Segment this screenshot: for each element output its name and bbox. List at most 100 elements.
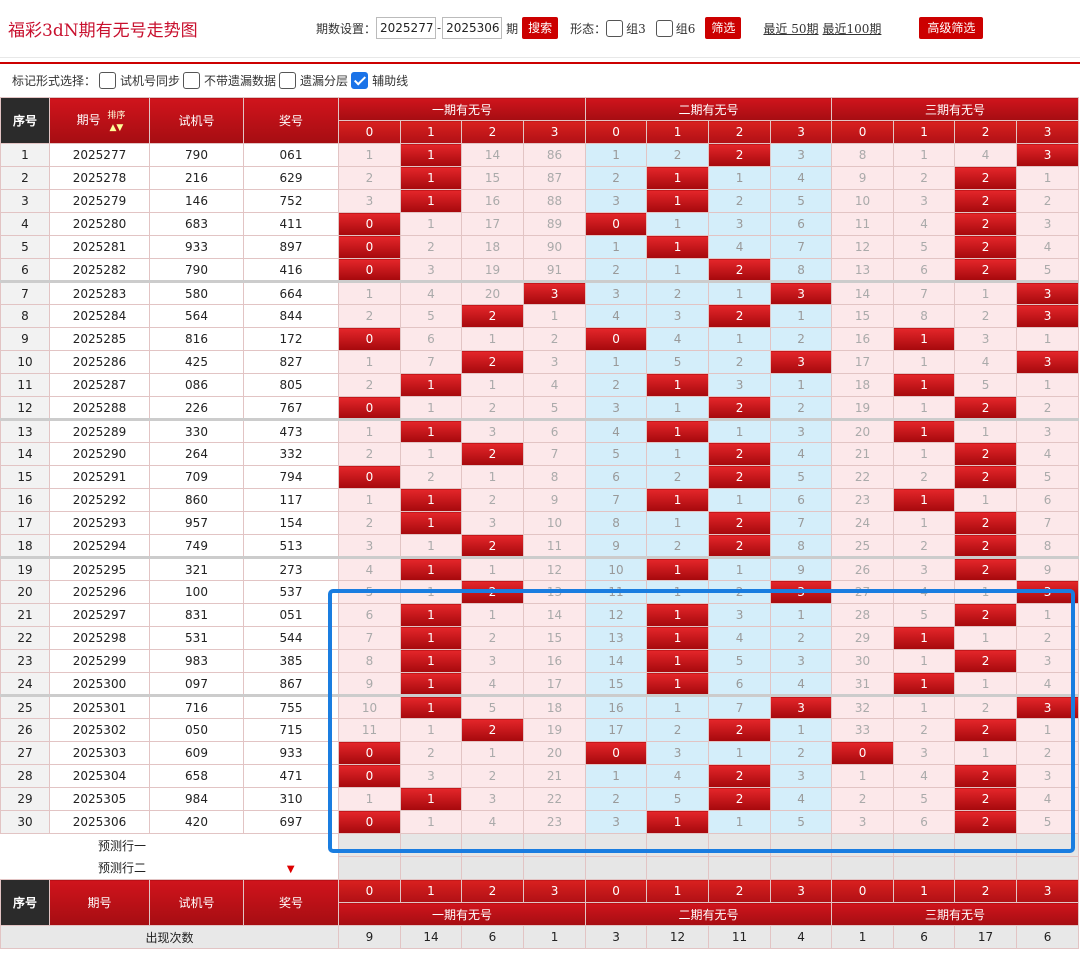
guide-line-checkbox[interactable] bbox=[351, 71, 369, 89]
table-body: 1 2025277 790 061 1 1 14 86 1 2 2 3 8 1 4 3 2 2025278 216 6… bbox=[0, 143, 1080, 834]
miss-cell: 2 bbox=[400, 465, 462, 489]
predict-cell[interactable] bbox=[831, 856, 895, 880]
miss-cell: 1 bbox=[400, 718, 462, 742]
miss-cell: 2 bbox=[893, 166, 956, 190]
predict-cell[interactable] bbox=[954, 833, 1018, 857]
miss-cell: 3 bbox=[646, 304, 710, 328]
hit-cell: 2 bbox=[708, 787, 772, 811]
predict-cell[interactable] bbox=[893, 833, 956, 857]
miss-cell: 2 bbox=[400, 741, 462, 765]
trial-sync-checkbox[interactable] bbox=[99, 71, 117, 89]
row-issue: 2025299 bbox=[49, 649, 150, 673]
miss-cell: 5 bbox=[585, 442, 648, 466]
group3-checkbox[interactable] bbox=[606, 19, 624, 37]
miss-cell: 2 bbox=[770, 626, 833, 650]
miss-cell: 3 bbox=[461, 511, 524, 535]
row-seq: 19 bbox=[0, 556, 50, 581]
predict-cell[interactable] bbox=[770, 833, 833, 857]
recent-50-link[interactable]: 最近 50期 bbox=[763, 20, 818, 37]
miss-cell: 5 bbox=[770, 810, 833, 834]
table-footer: 预测行一 预测行二 ▼ 序号 期号 试机号 奖号 0 1 2 3 0 1 2 3 0 1 2 3 一期有无号 二期有无号… bbox=[0, 833, 1080, 949]
footer-issue-header: 期号 bbox=[49, 879, 150, 926]
hit-cell: 2 bbox=[954, 396, 1018, 420]
miss-cell: 2 bbox=[708, 189, 772, 213]
miss-cell: 4 bbox=[770, 787, 833, 811]
predict-cell[interactable] bbox=[831, 833, 895, 857]
miss-cell: 7 bbox=[708, 694, 772, 719]
miss-cell: 1 bbox=[893, 511, 956, 535]
row-prize: 867 bbox=[243, 672, 339, 696]
miss-cell: 3 bbox=[770, 764, 833, 788]
predict-cell[interactable] bbox=[522, 856, 587, 880]
footer-group-3: 三期有无号 bbox=[831, 902, 1080, 926]
predict-label: 预测行一 bbox=[0, 833, 244, 857]
group6-checkbox[interactable] bbox=[655, 19, 673, 37]
no-missing-data-checkbox[interactable] bbox=[183, 71, 201, 89]
predict-cell[interactable] bbox=[400, 856, 462, 880]
hit-cell: 1 bbox=[400, 649, 462, 673]
row-seq: 7 bbox=[0, 280, 50, 305]
stats-value: 4 bbox=[770, 925, 833, 949]
miss-cell: 26 bbox=[831, 556, 895, 581]
predict-cell[interactable] bbox=[646, 856, 710, 880]
miss-cell: 1 bbox=[954, 672, 1018, 696]
predict-cell[interactable] bbox=[1016, 833, 1080, 857]
predict-cell[interactable] bbox=[338, 833, 401, 857]
miss-cell: 2 bbox=[770, 327, 833, 351]
predict-cell[interactable] bbox=[338, 856, 401, 880]
predict-cell[interactable] bbox=[708, 856, 772, 880]
miss-cell: 1 bbox=[708, 166, 772, 190]
recent-100-link[interactable]: 最近100期 bbox=[823, 20, 882, 37]
predict-cell[interactable] bbox=[522, 833, 587, 857]
predict-cell[interactable] bbox=[461, 833, 524, 857]
predict-cell[interactable] bbox=[954, 856, 1018, 880]
miss-cell: 7 bbox=[338, 626, 401, 650]
hit-cell: 1 bbox=[646, 649, 710, 673]
advanced-filter-button[interactable]: 高级筛选 bbox=[919, 17, 984, 39]
search-button[interactable]: 搜索 bbox=[522, 17, 559, 39]
miss-cell: 6 bbox=[585, 465, 648, 489]
miss-cell: 9 bbox=[770, 556, 833, 581]
miss-cell: 1 bbox=[585, 764, 648, 788]
hit-cell: 1 bbox=[646, 672, 710, 696]
predict-cell[interactable] bbox=[585, 856, 648, 880]
period-from-input[interactable]: 2025277 bbox=[376, 17, 437, 39]
hit-cell: 2 bbox=[954, 258, 1018, 282]
miss-cell: 11 bbox=[831, 212, 895, 236]
predict-cell[interactable] bbox=[708, 833, 772, 857]
miss-cell: 32 bbox=[831, 694, 895, 719]
predict-cell[interactable] bbox=[585, 833, 648, 857]
period-to-input[interactable]: 2025306 bbox=[442, 17, 503, 39]
miss-cell: 2 bbox=[831, 787, 895, 811]
row-issue: 2025306 bbox=[49, 810, 150, 834]
predict-cell[interactable] bbox=[646, 833, 710, 857]
sort-control[interactable]: 排序 ▲▼ bbox=[107, 109, 125, 133]
predict-arrow-cell[interactable]: ▼ bbox=[243, 856, 339, 880]
row-prize: 752 bbox=[243, 189, 339, 213]
filter-button[interactable]: 筛选 bbox=[705, 17, 742, 39]
miss-cell: 15 bbox=[461, 166, 524, 190]
guide-line-label: 辅助线 bbox=[372, 73, 409, 88]
miss-cell: 3 bbox=[1016, 212, 1080, 236]
miss-cell: 3 bbox=[893, 189, 956, 213]
predict-cell[interactable] bbox=[1016, 856, 1080, 880]
miss-cell: 2 bbox=[338, 511, 401, 535]
row-prize: 827 bbox=[243, 350, 339, 374]
miss-cell: 15 bbox=[831, 304, 895, 328]
table-row: 21 2025297 831 051 6 1 1 14 12 1 3 1 28 5 2 1 bbox=[0, 603, 1080, 627]
miss-cell: 1 bbox=[770, 373, 833, 397]
row-prize: 061 bbox=[243, 143, 339, 167]
miss-cell: 6 bbox=[400, 327, 462, 351]
miss-cell: 5 bbox=[1016, 465, 1080, 489]
missing-layer-checkbox[interactable] bbox=[279, 71, 297, 89]
hit-cell: 2 bbox=[708, 143, 772, 167]
hit-cell: 2 bbox=[708, 258, 772, 282]
arrow-down-icon[interactable]: ▼ bbox=[287, 864, 295, 875]
predict-cell[interactable] bbox=[400, 833, 462, 857]
predict-cell[interactable] bbox=[770, 856, 833, 880]
predict-cell[interactable] bbox=[461, 856, 524, 880]
predict-cell[interactable] bbox=[893, 856, 956, 880]
table-row: 18 2025294 749 513 3 1 2 11 9 2 2 8 25 2 2 8 bbox=[0, 534, 1080, 558]
miss-cell: 11 bbox=[338, 718, 401, 742]
row-issue: 2025286 bbox=[49, 350, 150, 374]
